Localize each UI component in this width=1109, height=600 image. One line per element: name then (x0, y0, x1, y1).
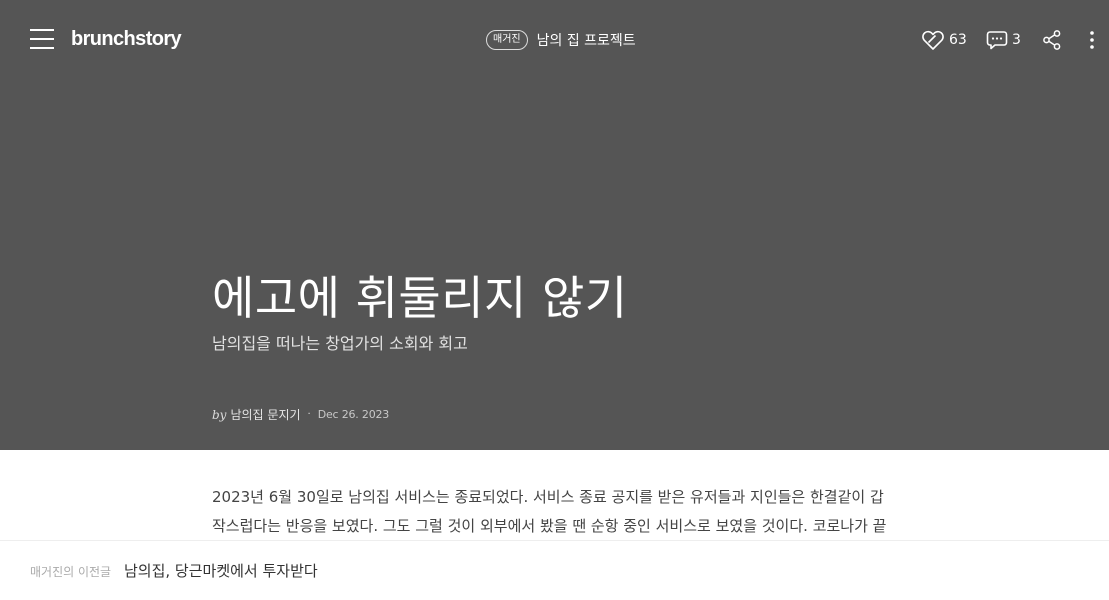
top-navigation-bar: brunchstory 매거진 남의 집 프로젝트 63 3 (0, 0, 1109, 80)
cover-title-block: 에고에 휘둘리지 않기 남의집을 떠나는 창업가의 소회와 회고 (212, 266, 912, 356)
magazine-title[interactable]: 남의 집 프로젝트 (537, 30, 636, 50)
article-body: 2023년 6월 30일로 남의집 서비스는 종료되었다. 서비스 종료 공지를… (212, 483, 912, 541)
byline-separator: · (307, 409, 311, 420)
prev-post-label: 매거진의 이전글 (30, 565, 112, 579)
prev-post-link[interactable]: 남의집, 당근마켓에서 투자받다 (124, 560, 318, 581)
speech-bubble-icon (986, 31, 1008, 50)
byline: by 남의집 문지기 · Dec 26. 2023 (212, 406, 389, 423)
post-title: 에고에 휘둘리지 않기 (212, 271, 628, 325)
more-options-button[interactable] (1085, 26, 1099, 54)
publish-date: Dec 26. 2023 (317, 408, 390, 421)
like-button[interactable]: 63 (921, 26, 967, 54)
share-icon (1043, 30, 1061, 50)
by-label: by (212, 407, 227, 422)
post-subtitle: 남의집을 떠나는 창업가의 소회와 회고 (212, 334, 468, 353)
article-line: 작스럽다는 반응을 보였다. 그도 그럴 것이 외부에서 봤을 땐 순항 중인 … (212, 517, 887, 535)
magazine-badge: 매거진 (486, 30, 528, 50)
brunch-logo[interactable]: brunchstory (71, 26, 182, 52)
magazine-link[interactable]: 매거진 남의 집 프로젝트 (486, 29, 636, 51)
comment-count: 3 (1012, 32, 1021, 48)
prev-post-bar: 매거진의 이전글 남의집, 당근마켓에서 투자받다 (0, 540, 1109, 600)
like-count: 63 (949, 32, 967, 48)
heart-icon (922, 30, 944, 50)
cover-hero: brunchstory 매거진 남의 집 프로젝트 63 3 에고에 휘둘리지 … (0, 0, 1109, 450)
author-link[interactable]: 남의집 문지기 (230, 406, 300, 423)
comment-button[interactable]: 3 (986, 26, 1021, 54)
more-vertical-icon (1090, 31, 1094, 49)
share-button[interactable] (1042, 26, 1062, 54)
article-line: 2023년 6월 30일로 남의집 서비스는 종료되었다. 서비스 종료 공지를… (212, 488, 884, 506)
hamburger-menu-icon[interactable] (30, 28, 54, 50)
